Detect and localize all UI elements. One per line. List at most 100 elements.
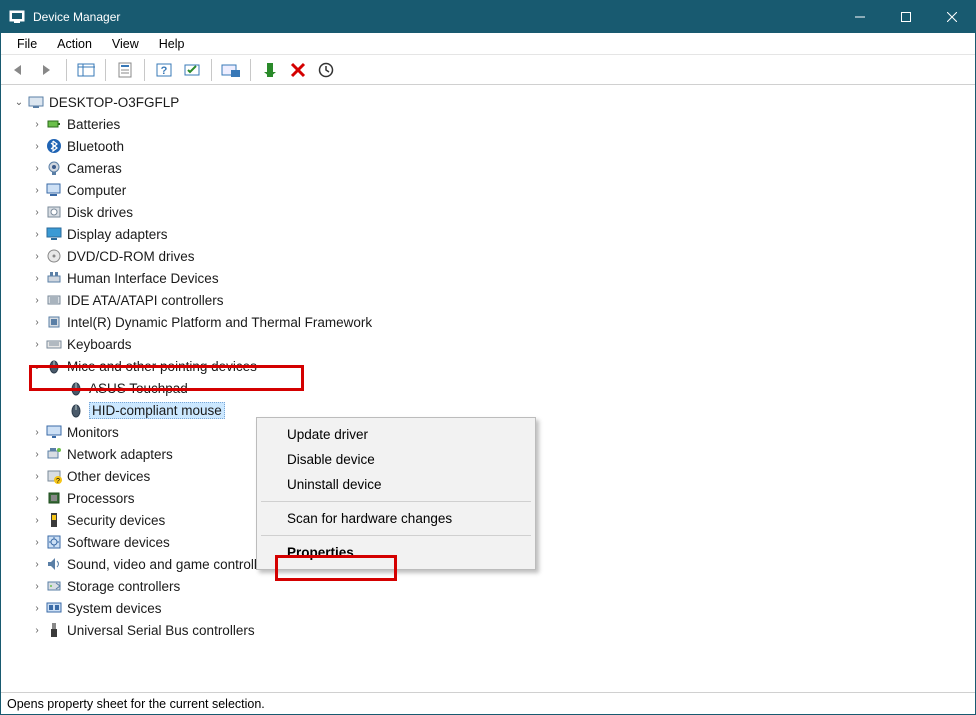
menu-help[interactable]: Help — [149, 35, 195, 53]
context-menu-separator — [261, 535, 531, 536]
mouse-icon — [67, 379, 85, 397]
tree-category[interactable]: ⌄Mice and other pointing devices — [11, 355, 975, 377]
chevron-right-icon[interactable]: › — [29, 603, 45, 614]
tree-category[interactable]: › Keyboards — [11, 333, 975, 355]
chevron-right-icon[interactable]: › — [29, 427, 45, 438]
tree-category-label: Cameras — [67, 161, 122, 176]
chevron-right-icon[interactable]: › — [29, 449, 45, 460]
tree-category[interactable]: ›System devices — [11, 597, 975, 619]
scan-hardware-button[interactable] — [180, 58, 204, 82]
forward-button[interactable] — [35, 58, 59, 82]
chevron-right-icon[interactable]: › — [29, 141, 45, 152]
chevron-right-icon[interactable]: › — [29, 273, 45, 284]
chevron-right-icon[interactable]: › — [29, 185, 45, 196]
keyboard-icon — [45, 335, 63, 353]
chevron-right-icon[interactable]: › — [29, 581, 45, 592]
context-menu-item[interactable]: Scan for hardware changes — [259, 506, 533, 531]
tree-category[interactable]: › Disk drives — [11, 201, 975, 223]
menu-action[interactable]: Action — [47, 35, 102, 53]
tree-category-label: Other devices — [67, 469, 150, 484]
help-button[interactable]: ? — [152, 58, 176, 82]
window-controls — [837, 1, 975, 33]
chevron-right-icon[interactable]: › — [29, 251, 45, 262]
update-driver-button[interactable] — [219, 58, 243, 82]
sound-icon — [45, 555, 63, 573]
tree-category-label: Display adapters — [67, 227, 168, 242]
tree-category-label: Keyboards — [67, 337, 132, 352]
tree-device[interactable]: ASUS Touchpad — [11, 377, 975, 399]
context-menu-item[interactable]: Uninstall device — [259, 472, 533, 497]
chevron-right-icon[interactable]: › — [29, 493, 45, 504]
tree-category-label: DVD/CD-ROM drives — [67, 249, 195, 264]
context-menu-item[interactable]: Properties — [259, 540, 533, 565]
hid-icon — [45, 269, 63, 287]
software-icon — [45, 533, 63, 551]
chevron-right-icon[interactable]: › — [29, 317, 45, 328]
window-title: Device Manager — [33, 10, 837, 24]
tree-category-label: Processors — [67, 491, 135, 506]
network-icon — [45, 445, 63, 463]
security-icon — [45, 511, 63, 529]
tree-category-label: Software devices — [67, 535, 170, 550]
chevron-right-icon[interactable]: › — [29, 537, 45, 548]
enable-device-button[interactable] — [258, 58, 282, 82]
chevron-down-icon[interactable]: ⌄ — [11, 97, 27, 108]
tree-category[interactable]: › Computer — [11, 179, 975, 201]
context-menu-item[interactable]: Update driver — [259, 422, 533, 447]
svg-text:?: ? — [161, 65, 168, 77]
tree-category[interactable]: ›Universal Serial Bus controllers — [11, 619, 975, 641]
disk-icon — [45, 203, 63, 221]
chevron-right-icon[interactable]: › — [29, 515, 45, 526]
chevron-right-icon[interactable]: › — [29, 229, 45, 240]
tree-category-label: Batteries — [67, 117, 120, 132]
close-button[interactable] — [929, 1, 975, 33]
properties-button[interactable] — [113, 58, 137, 82]
chevron-down-icon[interactable]: ⌄ — [29, 361, 45, 372]
chevron-right-icon[interactable]: › — [29, 163, 45, 174]
camera-icon — [45, 159, 63, 177]
statusbar: Opens property sheet for the current sel… — [1, 692, 975, 714]
mouse-icon — [67, 401, 85, 419]
chevron-right-icon[interactable]: › — [29, 559, 45, 570]
maximize-button[interactable] — [883, 1, 929, 33]
device-tree-panel[interactable]: ⌄DESKTOP-O3FGFLP›Batteries›Bluetooth›Cam… — [1, 85, 975, 692]
show-hide-tree-button[interactable] — [74, 58, 98, 82]
uninstall-device-button[interactable] — [286, 58, 310, 82]
tree-category[interactable]: › Storage controllers — [11, 575, 975, 597]
svg-text:?: ? — [56, 478, 60, 484]
disable-device-button[interactable] — [314, 58, 338, 82]
chevron-right-icon[interactable]: › — [29, 295, 45, 306]
tree-category-label: Storage controllers — [67, 579, 180, 594]
ide-icon — [45, 291, 63, 309]
usb-icon — [45, 621, 63, 639]
storage-icon — [45, 577, 63, 595]
chevron-right-icon[interactable]: › — [29, 471, 45, 482]
tree-category[interactable]: › Display adapters — [11, 223, 975, 245]
context-menu-item[interactable]: Disable device — [259, 447, 533, 472]
minimize-button[interactable] — [837, 1, 883, 33]
mouse-icon — [45, 357, 63, 375]
tree-root[interactable]: ⌄DESKTOP-O3FGFLP — [11, 91, 975, 113]
system-icon — [45, 599, 63, 617]
tree-category[interactable]: › Batteries — [11, 113, 975, 135]
tree-category-label: Computer — [67, 183, 126, 198]
tree-device-label: HID-compliant mouse — [89, 402, 225, 419]
chevron-right-icon[interactable]: › — [29, 625, 45, 636]
tree-category[interactable]: ›IDE ATA/ATAPI controllers — [11, 289, 975, 311]
tree-category[interactable]: › DVD/CD-ROM drives — [11, 245, 975, 267]
menu-view[interactable]: View — [102, 35, 149, 53]
tree-category[interactable]: ›Intel(R) Dynamic Platform and Thermal F… — [11, 311, 975, 333]
chevron-right-icon[interactable]: › — [29, 207, 45, 218]
other-icon: ? — [45, 467, 63, 485]
bluetooth-icon — [45, 137, 63, 155]
tree-category[interactable]: › Cameras — [11, 157, 975, 179]
titlebar[interactable]: Device Manager — [1, 1, 975, 33]
chevron-right-icon[interactable]: › — [29, 119, 45, 130]
back-button[interactable] — [7, 58, 31, 82]
context-menu-separator — [261, 501, 531, 502]
chevron-right-icon[interactable]: › — [29, 339, 45, 350]
menu-file[interactable]: File — [7, 35, 47, 53]
tree-category[interactable]: ›Bluetooth — [11, 135, 975, 157]
tree-category[interactable]: ›Human Interface Devices — [11, 267, 975, 289]
tree-category-label: Disk drives — [67, 205, 133, 220]
